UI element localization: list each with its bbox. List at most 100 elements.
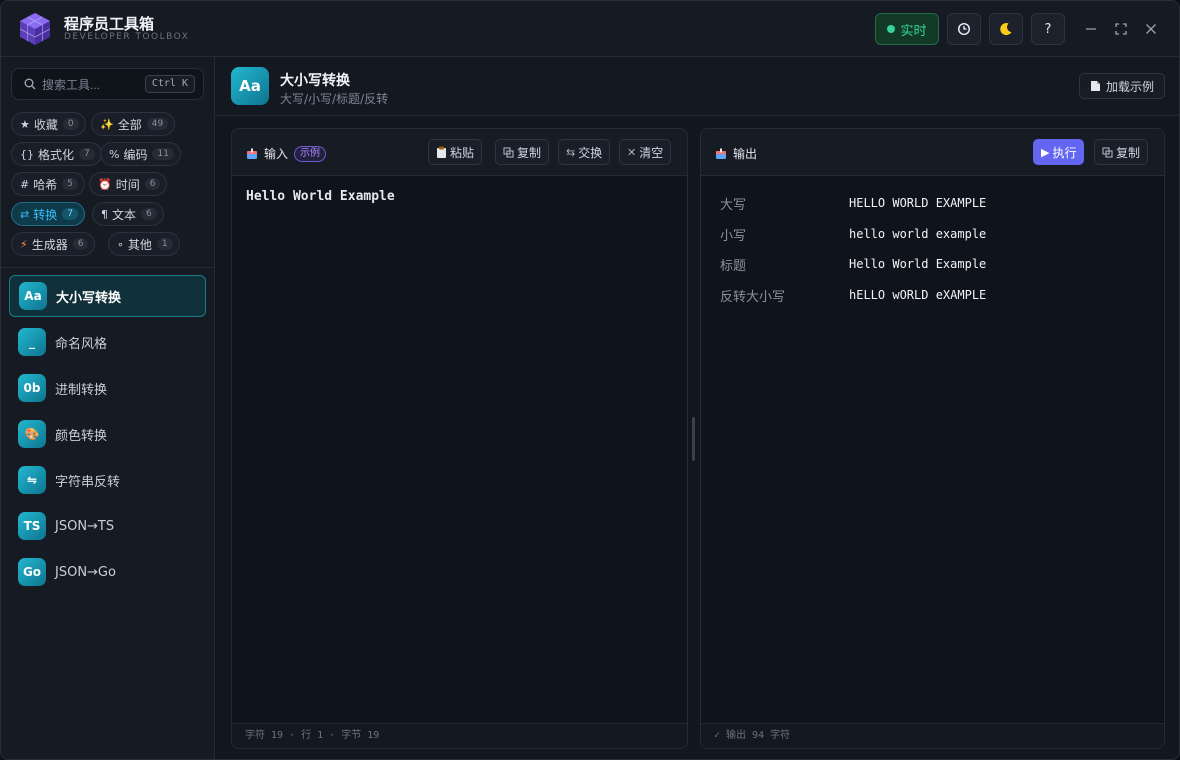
dot-circle-icon: ∘ (117, 237, 124, 251)
category-count: 6 (141, 208, 157, 220)
help-label: ? (1044, 21, 1052, 37)
clock-icon (958, 23, 970, 35)
pilcrow-icon: ¶ (101, 207, 108, 221)
tool-item-string-reverse[interactable]: ⇋ 字符串反转 (9, 459, 206, 501)
binary-icon: 0b (18, 374, 46, 402)
output-value[interactable]: Hello World Example (849, 257, 986, 271)
category-format[interactable]: {} 格式化 7 (11, 142, 102, 166)
tool-label: 大小写转换 (56, 290, 122, 306)
history-button[interactable] (947, 13, 981, 45)
output-label: 小写 (720, 229, 747, 244)
category-count: 0 (62, 118, 79, 130)
copy-label: 复制 (517, 145, 542, 160)
swap-label: 交换 (578, 145, 603, 160)
output-value[interactable]: hELLO wORLD eXAMPLE (849, 288, 986, 302)
case-icon: Aa (231, 67, 269, 105)
hash-icon: # (20, 177, 30, 191)
app-subtitle: DEVELOPER TOOLBOX (64, 32, 190, 42)
tool-label: 命名风格 (55, 336, 108, 352)
search-box[interactable]: Ctrl K (11, 68, 204, 100)
swap-icon: ⇆ (566, 145, 576, 159)
tool-item-color-convert[interactable]: 🎨 颜色转换 (9, 413, 206, 455)
theme-toggle-button[interactable] (989, 13, 1023, 45)
swap-button[interactable]: ⇆ 交换 (558, 139, 611, 165)
output-copy-button[interactable]: 复制 (1094, 139, 1149, 165)
example-tag: 示例 (294, 145, 327, 162)
paste-label: 粘贴 (450, 145, 475, 160)
search-icon (24, 78, 36, 90)
category-text[interactable]: ¶ 文本 6 (92, 202, 164, 226)
category-hash[interactable]: # 哈希 5 (11, 172, 85, 196)
tool-label: 进制转换 (55, 382, 108, 398)
copy-icon (503, 146, 514, 158)
input-copy-button[interactable]: 复制 (495, 139, 550, 165)
output-row-upper: 大写 HELLO WORLD EXAMPLE (720, 194, 1140, 214)
category-count: 7 (79, 148, 95, 160)
category-convert[interactable]: ⇄ 转换 7 (11, 202, 85, 226)
play-icon: ▶ (1041, 145, 1050, 159)
reverse-arrows-icon: ⇋ (18, 466, 46, 494)
category-count: 6 (72, 238, 89, 250)
underscore-icon: _ (18, 328, 46, 356)
sparkles-icon: ✨ (100, 117, 114, 131)
category-count: 49 (146, 118, 169, 130)
tool-item-case-convert[interactable]: Aa 大小写转换 (9, 275, 206, 317)
alarm-clock-icon: ⏰ (98, 177, 112, 191)
app-title: 程序员工具箱 (64, 15, 155, 33)
output-panel: 输出 ▶ 执行 复制 大写 HELLO WORLD EXAMPLE 小写 hel… (700, 128, 1165, 749)
category-generator[interactable]: ⚡ 生成器 6 (11, 232, 96, 256)
minimize-button[interactable] (1081, 19, 1101, 39)
category-other[interactable]: ∘ 其他 1 (108, 232, 180, 256)
tool-item-naming-style[interactable]: _ 命名风格 (9, 321, 206, 363)
tool-item-base-convert[interactable]: 0b 进制转换 (9, 367, 206, 409)
output-row-title: 标题 Hello World Example (720, 255, 1140, 275)
clipboard-icon (437, 146, 446, 158)
live-label: 实时 (900, 23, 927, 39)
outbox-icon (716, 148, 726, 159)
input-stats: 字符 19 · 行 1 · 字节 19 (232, 723, 687, 748)
output-panel-header: 输出 ▶ 执行 复制 (701, 129, 1164, 176)
category-favorites[interactable]: ★ 收藏 0 (11, 112, 86, 136)
output-row-lower: 小写 hello world example (720, 225, 1140, 245)
live-toggle-button[interactable]: 实时 (875, 13, 939, 45)
maximize-button[interactable] (1111, 19, 1131, 39)
moon-icon (1000, 23, 1012, 36)
swap-arrows-icon: ⇄ (20, 207, 30, 221)
category-label: 其他 (127, 237, 152, 252)
category-encode[interactable]: % 编码 11 (100, 142, 181, 166)
output-panel-title: 输出 (715, 145, 757, 162)
input-panel: 输入 示例 粘贴 复制 ⇆ 交换 ✕ 清空 Hello World Exampl… (231, 128, 688, 749)
output-value[interactable]: hello world example (849, 227, 986, 241)
category-time[interactable]: ⏰ 时间 6 (89, 172, 168, 196)
tool-item-json-to-go[interactable]: Go JSON→Go (9, 551, 206, 593)
app-window: 程序员工具箱 DEVELOPER TOOLBOX 实时 ? Ctrl K (0, 0, 1180, 760)
search-shortcut: Ctrl K (144, 75, 195, 93)
close-button[interactable] (1141, 19, 1161, 39)
cube-logo-icon (19, 13, 51, 45)
category-label: 全部 (117, 117, 142, 132)
output-stats: ✓ 输出 94 字符 (701, 723, 1164, 748)
paste-button[interactable]: 粘贴 (428, 139, 483, 165)
help-button[interactable]: ? (1031, 13, 1065, 45)
category-label: 文本 (112, 207, 137, 222)
category-label: 哈希 (33, 177, 58, 192)
x-icon: ✕ (627, 145, 637, 159)
load-example-button[interactable]: 加载示例 (1078, 73, 1165, 99)
search-input[interactable] (42, 75, 147, 95)
output-value[interactable]: HELLO WORLD EXAMPLE (849, 196, 986, 210)
panel-resize-handle[interactable] (692, 417, 695, 461)
go-icon: Go (18, 558, 46, 586)
output-label: 大写 (720, 198, 747, 213)
category-label: 转换 (33, 207, 58, 222)
category-count: 11 (152, 148, 174, 160)
tool-item-json-to-ts[interactable]: TS JSON→TS (9, 505, 206, 547)
category-label: 格式化 (38, 147, 75, 162)
output-row-invert: 反转大小写 hELLO wORLD eXAMPLE (720, 286, 1140, 306)
input-textarea[interactable]: Hello World Example (246, 189, 395, 204)
clear-button[interactable]: ✕ 清空 (619, 139, 672, 165)
output-title: 输出 (733, 147, 758, 161)
run-button[interactable]: ▶ 执行 (1033, 139, 1085, 165)
live-dot-icon (887, 25, 896, 33)
category-all[interactable]: ✨ 全部 49 (91, 112, 176, 136)
tool-subtitle: 大写/小写/标题/反转 (280, 92, 389, 106)
